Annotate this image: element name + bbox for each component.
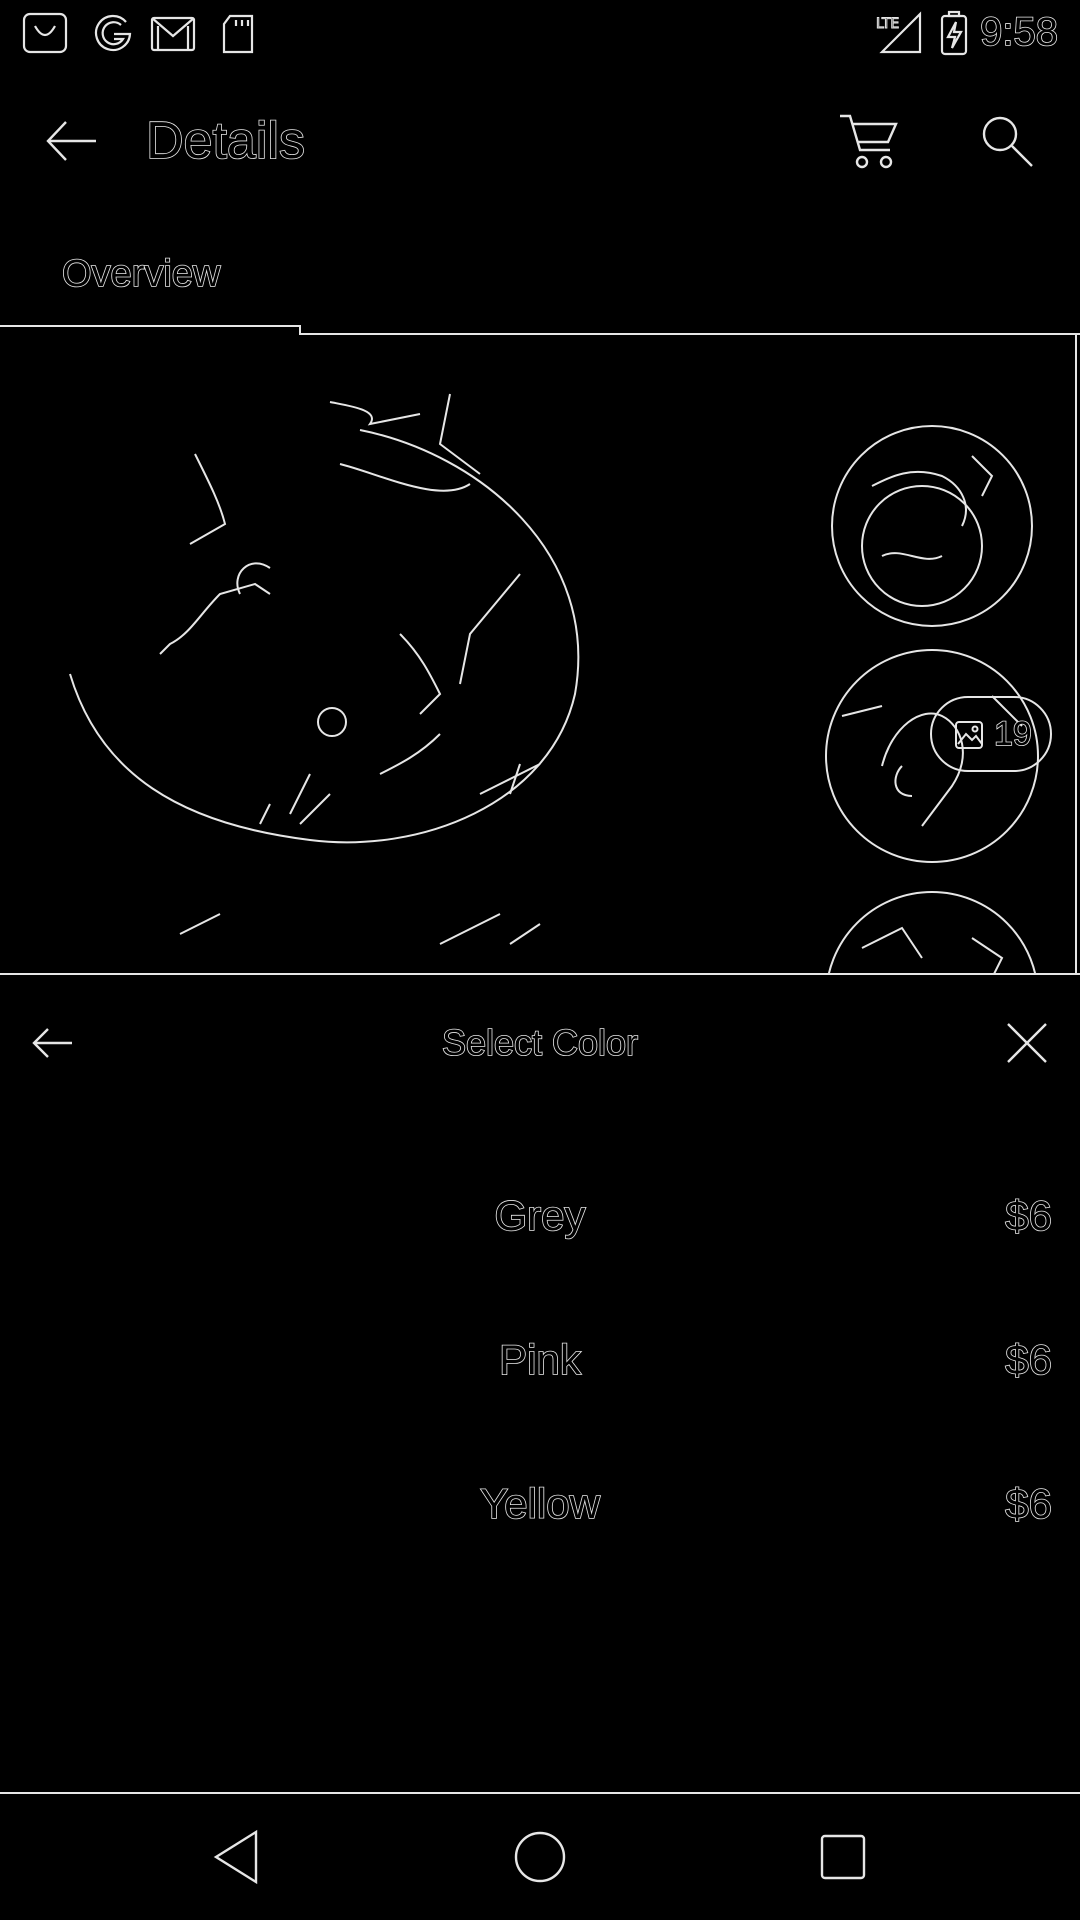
- battery-charging-icon: [936, 10, 972, 56]
- product-gallery: 19: [0, 334, 1080, 974]
- color-option-pink[interactable]: Pink $6: [0, 1300, 1080, 1420]
- sheet-title: Select Color: [441, 1021, 639, 1064]
- back-arrow-icon[interactable]: [40, 108, 106, 174]
- google-icon: [88, 10, 138, 56]
- photo-count: 19: [993, 714, 1032, 754]
- nav-recents-icon[interactable]: [810, 1824, 876, 1890]
- color-option-name: Pink: [498, 1335, 581, 1384]
- lte-signal-icon: LTE: [874, 10, 924, 56]
- system-nav-bar: [0, 1794, 1080, 1920]
- color-option-price: $6: [1004, 1335, 1052, 1384]
- nav-home-icon[interactable]: [507, 1824, 573, 1890]
- color-option-price: $6: [1004, 1479, 1052, 1528]
- color-option-name: Yellow: [479, 1479, 600, 1528]
- gmail-icon: [148, 10, 198, 56]
- thumbnail-3[interactable]: [822, 888, 1042, 974]
- page-title: Details: [145, 111, 306, 171]
- gallery-divider: [0, 972, 1080, 976]
- svg-text:LTE: LTE: [876, 16, 899, 32]
- app-bar: Details: [0, 66, 1080, 212]
- nav-back-icon[interactable]: [206, 1824, 272, 1890]
- color-option-grey[interactable]: Grey $6: [0, 1156, 1080, 1276]
- close-icon[interactable]: [1004, 1020, 1050, 1066]
- color-option-price: $6: [1004, 1191, 1052, 1240]
- color-option-yellow[interactable]: Yellow $6: [0, 1444, 1080, 1564]
- status-bar: LTE 9:58: [0, 0, 1080, 66]
- thumbnail-1[interactable]: [822, 416, 1042, 636]
- sd-card-icon: [214, 10, 264, 56]
- tab-overview[interactable]: Overview: [61, 246, 221, 302]
- image-icon: [954, 720, 984, 750]
- shopping-bag-icon: [20, 10, 70, 56]
- main-product-photo[interactable]: [40, 354, 680, 954]
- status-time: 9:58: [979, 9, 1058, 55]
- search-icon[interactable]: [972, 106, 1042, 176]
- color-option-name: Grey: [494, 1191, 587, 1240]
- cart-icon[interactable]: [834, 106, 904, 176]
- photo-count-badge[interactable]: 19: [930, 696, 1052, 772]
